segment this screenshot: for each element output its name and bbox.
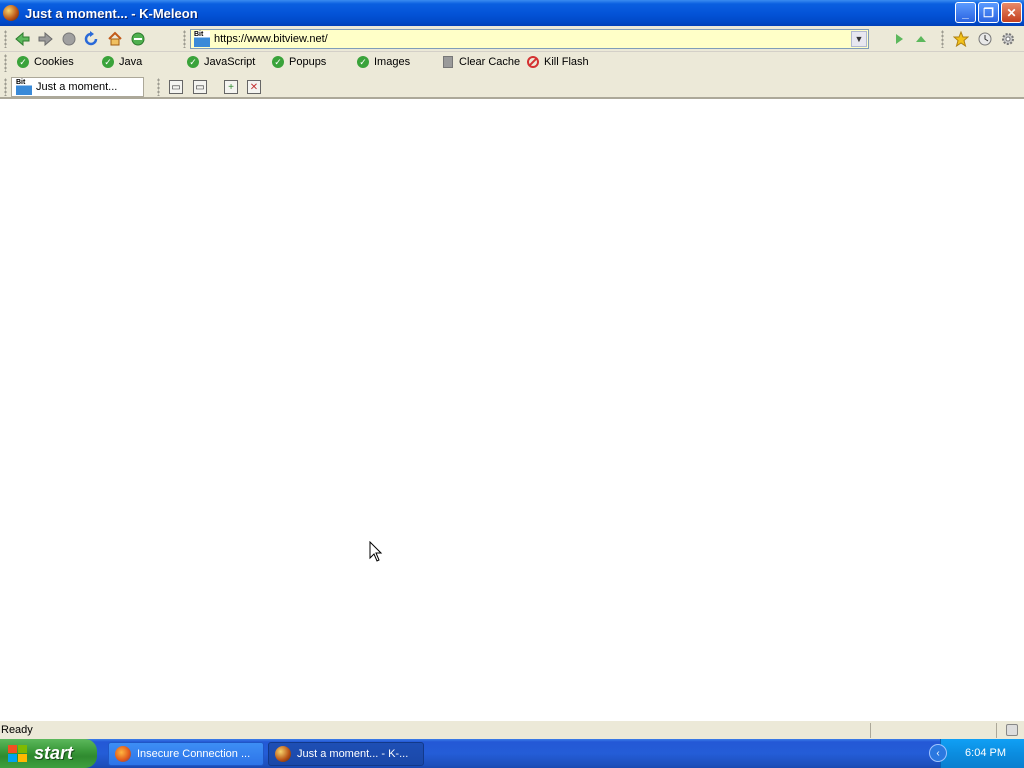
- popups-toggle[interactable]: ✓ Popups: [272, 56, 326, 68]
- history-icon[interactable]: [976, 30, 994, 48]
- images-toggle[interactable]: ✓ Images: [357, 56, 410, 68]
- layer-previous-icon[interactable]: ▭: [169, 80, 183, 94]
- toolbar-grip[interactable]: [941, 30, 944, 48]
- address-bar[interactable]: Bit https://www.bitview.net/ ▼: [190, 29, 869, 49]
- no-entry-icon: [527, 56, 539, 68]
- status-text: Ready: [1, 724, 33, 736]
- toolbar-grip[interactable]: [4, 78, 7, 96]
- trash-icon: [443, 56, 453, 68]
- toolbar-grip[interactable]: [183, 30, 186, 48]
- firefox-icon: [115, 746, 131, 762]
- system-tray: ‹ 6:04 PM: [929, 739, 1024, 768]
- new-tab-icon[interactable]: +: [224, 80, 238, 94]
- status-divider: [996, 723, 997, 738]
- toolbar-grip[interactable]: [157, 78, 160, 96]
- check-icon: ✓: [102, 56, 114, 68]
- check-icon: ✓: [357, 56, 369, 68]
- home-icon[interactable]: [106, 30, 124, 48]
- privacy-toolbar: ✓ Cookies ✓ Java ✓ JavaScript ✓ Popups ✓ Imag…: [0, 52, 1024, 74]
- back-icon[interactable]: [13, 30, 31, 48]
- title-bar: Just a moment... - K-Meleon _ ❐ ✕: [0, 0, 1024, 26]
- clock[interactable]: 6:04 PM: [965, 747, 1006, 759]
- site-favicon-icon: Bit: [194, 31, 210, 47]
- window-title: Just a moment... - K-Meleon: [25, 5, 198, 21]
- kill-flash-button[interactable]: Kill Flash: [527, 56, 589, 68]
- toolbar-grip[interactable]: [4, 30, 7, 48]
- address-dropdown-button[interactable]: ▼: [851, 31, 867, 47]
- rss-feed-icon[interactable]: [129, 30, 147, 48]
- windows-logo-icon: [8, 744, 28, 763]
- check-icon: ✓: [17, 56, 29, 68]
- check-icon: ✓: [272, 56, 284, 68]
- tab-just-a-moment[interactable]: Bit Just a moment...: [11, 77, 144, 97]
- cookies-toggle[interactable]: ✓ Cookies: [17, 56, 74, 68]
- reload-icon[interactable]: [82, 30, 100, 48]
- security-lock-icon[interactable]: [1006, 724, 1018, 736]
- javascript-toggle[interactable]: ✓ JavaScript: [187, 56, 255, 68]
- restore-button[interactable]: ❐: [978, 2, 999, 23]
- k-meleon-icon: [275, 746, 291, 762]
- close-tab-icon[interactable]: ✕: [247, 80, 261, 94]
- bookmark-star-icon[interactable]: [952, 30, 970, 48]
- start-button[interactable]: start: [0, 739, 97, 768]
- up-icon[interactable]: [912, 30, 930, 48]
- forward-icon[interactable]: [37, 30, 55, 48]
- minimize-button[interactable]: _: [955, 2, 976, 23]
- taskbar-item-insecure-connection[interactable]: Insecure Connection ...: [108, 742, 264, 766]
- tab-bar: Bit Just a moment... ▭ ▭ + ✕: [0, 74, 1024, 99]
- status-bar: Ready: [0, 720, 1024, 739]
- clear-cache-button[interactable]: Clear Cache: [443, 56, 520, 68]
- window-controls: _ ❐ ✕: [955, 2, 1022, 23]
- toolbar-grip[interactable]: [4, 54, 7, 72]
- taskbar-item-k-meleon[interactable]: Just a moment... - K-...: [268, 742, 424, 766]
- address-input[interactable]: https://www.bitview.net/: [214, 33, 328, 45]
- layer-next-icon[interactable]: ▭: [193, 80, 207, 94]
- tab-label: Just a moment...: [36, 81, 118, 93]
- page-content[interactable]: [0, 99, 1024, 720]
- settings-gear-icon[interactable]: [999, 30, 1017, 48]
- close-button[interactable]: ✕: [1001, 2, 1022, 23]
- site-favicon-icon: Bit: [16, 79, 32, 95]
- stop-icon[interactable]: [60, 30, 78, 48]
- check-icon: ✓: [187, 56, 199, 68]
- taskbar: start Insecure Connection ... Just a mom…: [0, 739, 1024, 768]
- show-hidden-icons-chevron-icon[interactable]: ‹: [929, 744, 947, 762]
- java-toggle[interactable]: ✓ Java: [102, 56, 142, 68]
- status-divider: [870, 723, 871, 738]
- k-meleon-app-icon[interactable]: [3, 5, 19, 21]
- go-icon[interactable]: [890, 30, 908, 48]
